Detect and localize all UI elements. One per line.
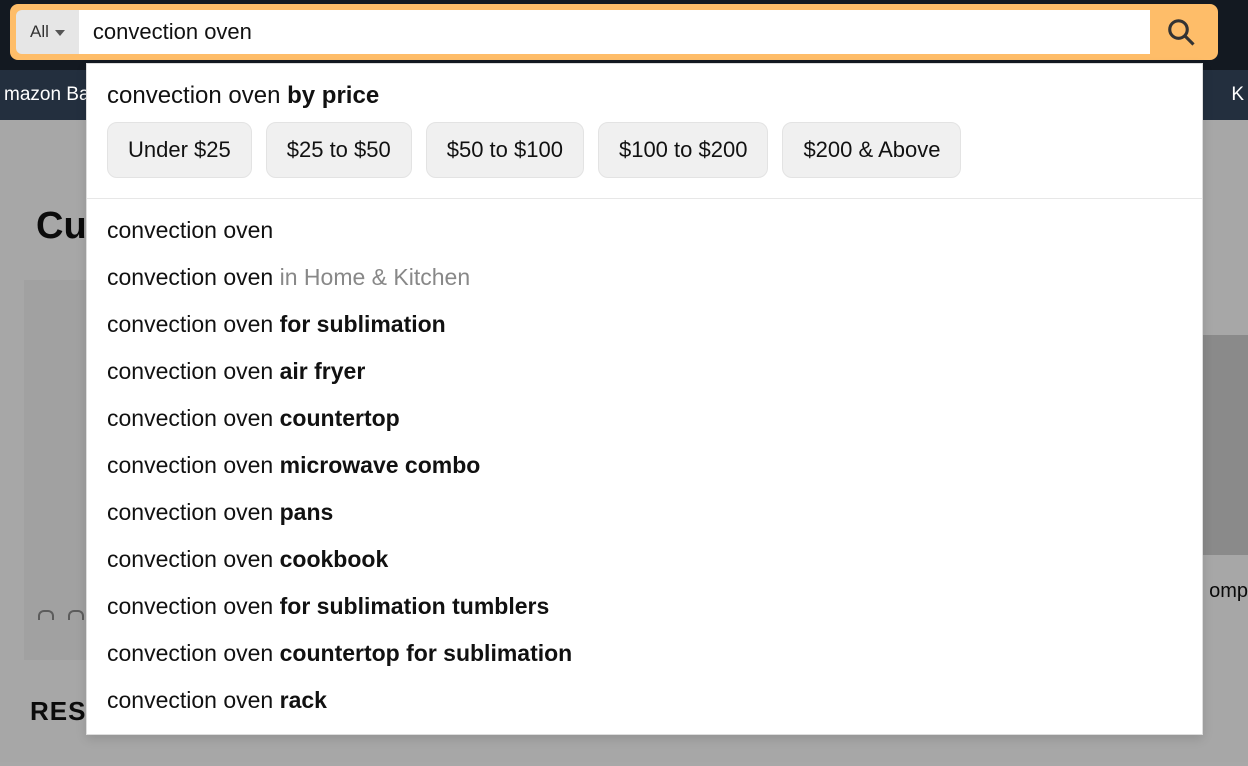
search-button[interactable] bbox=[1150, 10, 1212, 54]
suggestion-base: convection oven bbox=[107, 687, 273, 713]
search-suggestion[interactable]: convection oven cookbook bbox=[87, 536, 1202, 583]
price-range-chip[interactable]: $200 & Above bbox=[782, 122, 961, 178]
search-input[interactable] bbox=[79, 10, 1150, 54]
suggestion-suffix: rack bbox=[280, 687, 327, 713]
search-suggestion[interactable]: convection oven in Home & Kitchen bbox=[87, 254, 1202, 301]
price-range-chip[interactable]: $50 to $100 bbox=[426, 122, 584, 178]
search-category-label: All bbox=[30, 22, 49, 42]
suggestion-base: convection oven bbox=[107, 217, 273, 243]
search-suggestion[interactable]: convection oven bbox=[87, 207, 1202, 254]
suggestion-base: convection oven bbox=[107, 640, 273, 666]
suggestion-price-header: convection oven by price bbox=[87, 82, 1202, 122]
suggestion-base: convection oven bbox=[107, 452, 273, 478]
suggestion-suffix: for sublimation bbox=[280, 311, 446, 337]
suggestion-list: convection ovenconvection oven in Home &… bbox=[87, 207, 1202, 724]
top-bar: All bbox=[0, 0, 1248, 70]
suggestion-base: convection oven bbox=[107, 264, 273, 290]
chevron-down-icon bbox=[55, 30, 65, 36]
suggestion-base: convection oven bbox=[107, 499, 273, 525]
search-icon bbox=[1166, 17, 1196, 47]
suggestion-suffix: by price bbox=[287, 82, 379, 109]
suggestion-suffix: air fryer bbox=[280, 358, 366, 384]
price-range-chip[interactable]: Under $25 bbox=[107, 122, 252, 178]
suggestion-suffix: for sublimation tumblers bbox=[280, 593, 550, 619]
suggestion-base: convection oven bbox=[107, 546, 273, 572]
suggestion-base: convection oven bbox=[107, 405, 273, 431]
suggestion-base: convection oven bbox=[107, 311, 273, 337]
suggestion-base: convection oven bbox=[107, 82, 280, 109]
search-suggestion[interactable]: convection oven for sublimation bbox=[87, 301, 1202, 348]
search-suggestion[interactable]: convection oven air fryer bbox=[87, 348, 1202, 395]
suggestion-category: in Home & Kitchen bbox=[280, 264, 470, 290]
search-suggestion[interactable]: convection oven for sublimation tumblers bbox=[87, 583, 1202, 630]
search-suggestion[interactable]: convection oven countertop bbox=[87, 395, 1202, 442]
search-suggestion[interactable]: convection oven countertop for sublimati… bbox=[87, 630, 1202, 677]
suggestion-suffix: countertop for sublimation bbox=[280, 640, 573, 666]
suggestion-suffix: countertop bbox=[280, 405, 400, 431]
search-bar: All bbox=[10, 4, 1218, 60]
suggestion-suffix: pans bbox=[280, 499, 334, 525]
search-suggestion[interactable]: convection oven microwave combo bbox=[87, 442, 1202, 489]
suggestion-suffix: microwave combo bbox=[280, 452, 481, 478]
suggestion-suffix: cookbook bbox=[280, 546, 389, 572]
suggestion-base: convection oven bbox=[107, 593, 273, 619]
suggestion-base: convection oven bbox=[107, 358, 273, 384]
search-suggestion[interactable]: convection oven pans bbox=[87, 489, 1202, 536]
search-suggestion[interactable]: convection oven rack bbox=[87, 677, 1202, 724]
price-range-chips: Under $25$25 to $50$50 to $100$100 to $2… bbox=[87, 122, 1202, 199]
search-suggestions-dropdown: convection oven by price Under $25$25 to… bbox=[86, 63, 1203, 735]
price-range-chip[interactable]: $25 to $50 bbox=[266, 122, 412, 178]
subnav-link-amazon-basics[interactable]: mazon Bas bbox=[4, 84, 94, 106]
search-category-select[interactable]: All bbox=[16, 10, 79, 54]
price-range-chip[interactable]: $100 to $200 bbox=[598, 122, 768, 178]
